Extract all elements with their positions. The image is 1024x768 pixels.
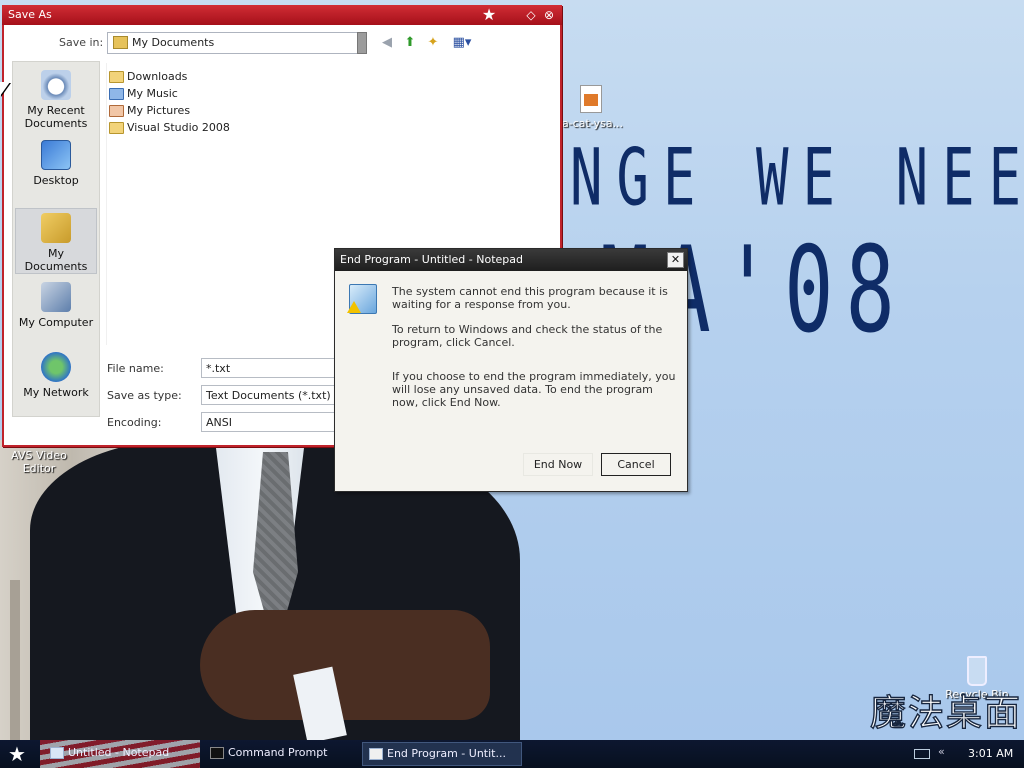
places-my-recent-documents[interactable]: My Recent Documents: [15, 70, 97, 130]
file-name: My Pictures: [127, 104, 191, 117]
message-text: To return to Windows and check the statu…: [392, 323, 663, 349]
close-icon[interactable]: ✕: [667, 252, 684, 268]
encoding-select[interactable]: ANSI: [201, 412, 341, 432]
desktop-icon-label: ja-cat-ysa...: [558, 117, 624, 130]
back-arrow-icon[interactable]: ◀: [378, 34, 396, 52]
music-folder-icon: [109, 88, 124, 100]
computer-icon: [41, 282, 71, 312]
window-icon: [369, 748, 383, 760]
new-folder-icon[interactable]: ✦: [424, 34, 442, 52]
up-folder-icon[interactable]: ⬆: [401, 34, 419, 52]
tray-expand-icon[interactable]: «: [938, 745, 945, 758]
places-bar: My Recent Documents Desktop My Documents…: [12, 61, 100, 417]
file-name: My Music: [127, 87, 178, 100]
taskbar-item-end-program[interactable]: End Program - Untit...: [362, 742, 522, 766]
desktop-icon-avs-video-editor[interactable]: AVS Video Editor: [8, 449, 70, 475]
place-label: Desktop: [33, 174, 79, 187]
start-button[interactable]: ★: [0, 740, 34, 768]
recycle-bin-icon: [967, 656, 987, 686]
places-my-documents[interactable]: My Documents: [15, 208, 97, 274]
desktop-icon-file[interactable]: ja-cat-ysa...: [558, 85, 624, 130]
desktop-brand-logo: 魔法桌面: [869, 692, 1023, 734]
building-column: [10, 580, 20, 740]
mouse-cursor-icon: [0, 82, 10, 96]
save-as-titlebar[interactable]: Save As ★ ◇ ⊗: [2, 5, 562, 25]
place-label: My Computer: [18, 316, 94, 329]
taskbar-item-notepad[interactable]: Untitled - Notepad: [44, 742, 194, 766]
end-program-titlebar[interactable]: End Program - Untitled - Notepad ✕: [335, 249, 687, 271]
save-in-value: My Documents: [132, 36, 215, 49]
places-desktop[interactable]: Desktop: [15, 140, 97, 187]
chevron-down-icon[interactable]: [357, 32, 367, 54]
notepad-icon: [50, 747, 64, 759]
close-icon[interactable]: ⊗: [540, 5, 558, 25]
file-name-label: File name:: [107, 362, 164, 375]
network-globe-icon: [41, 352, 71, 382]
list-item[interactable]: Visual Studio 2008: [109, 120, 230, 136]
keyboard-icon[interactable]: [914, 749, 930, 759]
places-my-network[interactable]: My Network: [15, 352, 97, 399]
console-icon: [210, 747, 224, 759]
save-as-type-select[interactable]: Text Documents (*.txt): [201, 385, 341, 405]
pictures-folder-icon: [109, 105, 124, 117]
list-item[interactable]: My Pictures: [109, 103, 190, 119]
star-icon[interactable]: ★: [480, 5, 498, 25]
my-documents-icon: [113, 36, 128, 49]
folder-icon: [109, 71, 124, 83]
save-in-dropdown[interactable]: My Documents: [107, 32, 367, 54]
crossed-arms: [200, 610, 490, 720]
place-label: My Recent Documents: [24, 104, 88, 130]
message-text: If you choose to end the program immedia…: [392, 370, 676, 409]
save-in-label: Save in:: [59, 36, 104, 49]
place-label: My Documents: [24, 247, 88, 273]
list-item[interactable]: My Music: [109, 86, 178, 102]
desktop-icon: [41, 140, 71, 170]
place-label: My Network: [23, 386, 89, 399]
file-name: Downloads: [127, 70, 188, 83]
desktop-icon-label: AVS Video Editor: [11, 449, 67, 475]
my-documents-icon: [41, 213, 71, 243]
taskbar: ★ Untitled - Notepad Command Prompt End …: [0, 740, 1024, 768]
window-title: End Program - Untitled - Notepad: [340, 253, 523, 266]
document-icon: [580, 85, 602, 113]
wallpaper-slogan-top: NGE WE NEED: [570, 132, 1024, 224]
recent-documents-icon: [41, 70, 71, 100]
encoding-label: Encoding:: [107, 416, 162, 429]
window-title: Save As: [8, 8, 52, 21]
folder-icon: [109, 122, 124, 134]
cancel-button[interactable]: Cancel: [600, 452, 672, 477]
task-label: End Program - Untit...: [387, 747, 506, 760]
clock[interactable]: 3:01 AM: [968, 747, 1013, 760]
pin-icon[interactable]: ◇: [522, 5, 540, 25]
task-label: Command Prompt: [228, 746, 328, 759]
taskbar-item-command-prompt[interactable]: Command Prompt: [204, 742, 354, 766]
end-now-button[interactable]: End Now: [523, 453, 593, 476]
views-menu-icon[interactable]: ▦▾: [449, 34, 475, 52]
places-my-computer[interactable]: My Computer: [15, 282, 97, 329]
list-item[interactable]: Downloads: [109, 69, 187, 85]
task-label: Untitled - Notepad: [68, 746, 170, 759]
file-name: Visual Studio 2008: [127, 121, 230, 134]
message-text: The system cannot end this program becau…: [392, 285, 668, 311]
warning-icon: [347, 301, 361, 313]
end-program-dialog: End Program - Untitled - Notepad ✕ The s…: [334, 248, 688, 492]
save-as-type-label: Save as type:: [107, 389, 182, 402]
file-name-input[interactable]: *.txt: [201, 358, 341, 378]
